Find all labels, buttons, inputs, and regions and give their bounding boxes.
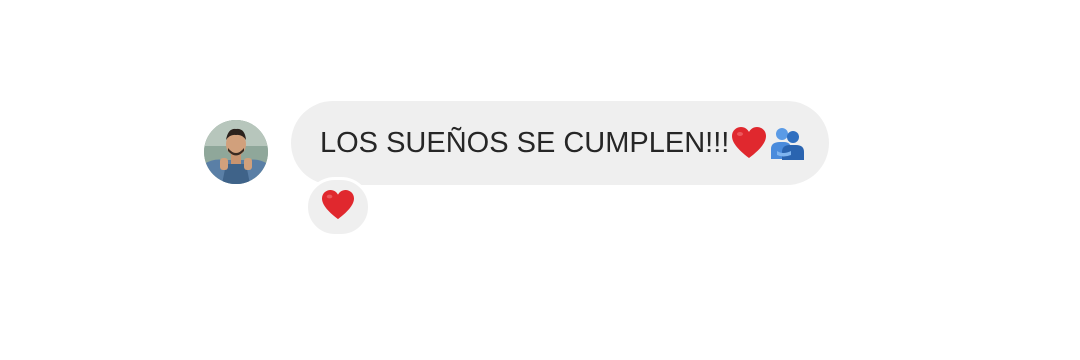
red-heart-icon xyxy=(321,189,355,226)
chat-thread: LOS SUEÑOS SE CUMPLEN!!! xyxy=(0,0,1080,360)
people-hugging-icon xyxy=(769,125,805,161)
heart-reaction-badge[interactable] xyxy=(305,177,371,237)
message-text: LOS SUEÑOS SE CUMPLEN!!! xyxy=(320,126,730,159)
red-heart-icon xyxy=(731,126,767,160)
sender-avatar[interactable] xyxy=(204,120,268,184)
message-bubble[interactable]: LOS SUEÑOS SE CUMPLEN!!! xyxy=(291,101,829,185)
